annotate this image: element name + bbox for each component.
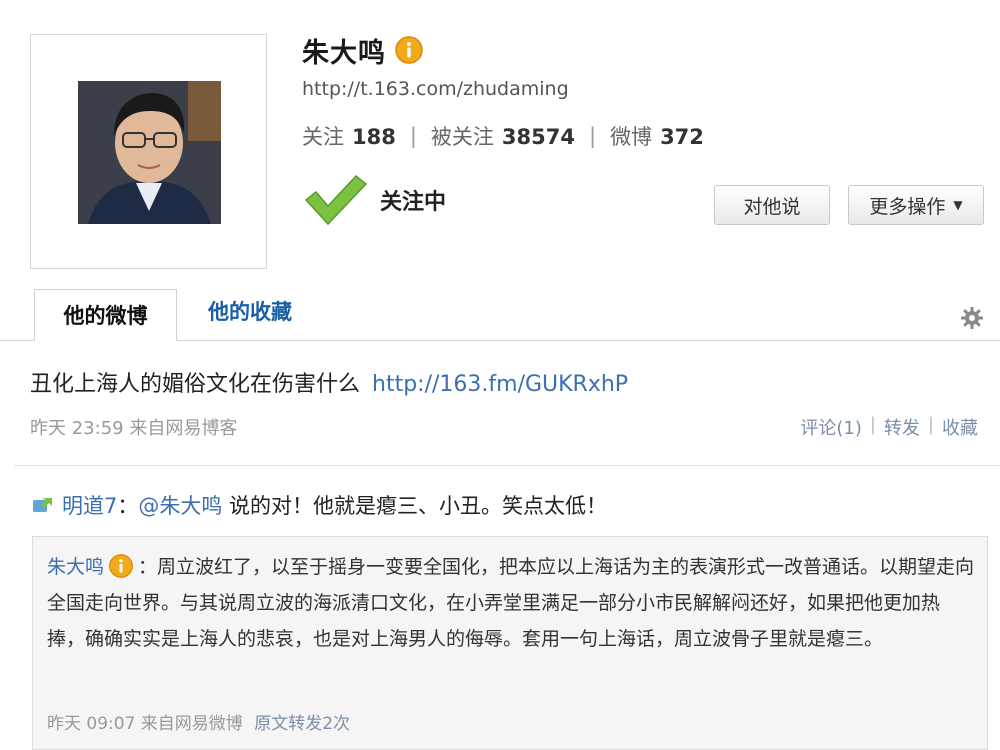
favorite-link[interactable]: 收藏 [942, 414, 978, 440]
verified-icon [394, 35, 424, 65]
message-button[interactable]: 对他说 [714, 185, 830, 225]
post-actions: 评论(1) | 转发 | 收藏 [800, 414, 978, 440]
profile-name: 朱大鸣 [302, 37, 386, 69]
repost-author[interactable]: 明道7 [62, 490, 117, 520]
post-text: 丑化上海人的媚俗文化在伤害什么 http://163.fm/GUKRxhP [30, 366, 628, 398]
post-body: 丑化上海人的媚俗文化在伤害什么 [30, 372, 361, 397]
stat-posts[interactable]: 微博 372 [610, 121, 704, 151]
follow-status: 关注中 [302, 172, 446, 228]
quoted-body: ：周立波红了，以至于摇身一变要全国化，把本应以上海话为主的表演形式一改普通话。以… [47, 556, 975, 650]
post-meta: 昨天 23:59 来自网易博客 [30, 418, 238, 439]
verified-icon [108, 553, 134, 579]
follow-status-label: 关注中 [380, 190, 447, 215]
stat-label: 关注 [302, 125, 344, 149]
checkmark-icon [304, 174, 368, 226]
tab-his-favorites[interactable]: 他的收藏 [208, 296, 292, 326]
repost-icon [33, 498, 52, 512]
quoted-post: 朱大鸣 ：周立波红了，以至于摇身一变要全国化，把本应以上海话为主的表演形式一改普通… [32, 536, 988, 750]
action-divider: | [927, 414, 934, 435]
stat-following[interactable]: 关注 188 [302, 121, 396, 151]
stat-value: 38574 [501, 125, 575, 149]
stat-divider: | [409, 124, 417, 148]
stat-label: 微博 [610, 125, 653, 149]
quoted-meta-text: 昨天 09:07 来自网易微博 [47, 714, 243, 734]
tab-label: 他的收藏 [208, 300, 292, 324]
tab-his-weibo[interactable]: 他的微博 [34, 289, 177, 341]
more-actions-button[interactable]: 更多操作 ▼ [848, 185, 984, 225]
repost-colon: ： [117, 494, 139, 518]
stat-divider: | [588, 124, 597, 148]
section-divider [14, 465, 1000, 466]
profile-name-row: 朱大鸣 [302, 30, 424, 70]
profile-url[interactable]: http://t.163.com/zhudaming [302, 78, 569, 100]
quoted-post-text: 朱大鸣 ：周立波红了，以至于摇身一变要全国化，把本应以上海话为主的表演形式一改普通… [47, 549, 977, 657]
avatar[interactable] [78, 81, 221, 224]
avatar-frame [30, 34, 267, 269]
original-forward-link[interactable]: 原文转发2次 [254, 714, 350, 734]
comment-link[interactable]: 评论(1) [800, 414, 862, 440]
tab-label: 他的微博 [63, 304, 148, 328]
quoted-author[interactable]: 朱大鸣 [47, 556, 104, 578]
stat-followers[interactable]: 被关注 38574 [431, 121, 575, 151]
stat-label: 被关注 [430, 125, 494, 149]
action-divider: | [869, 414, 876, 435]
post-link[interactable]: http://163.fm/GUKRxhP [372, 372, 628, 397]
gear-icon[interactable] [960, 306, 984, 330]
quoted-post-meta: 昨天 09:07 来自网易微博 原文转发2次 [47, 709, 350, 734]
repost-mention[interactable]: @朱大鸣 [138, 490, 222, 520]
caret-down-icon: ▼ [953, 198, 963, 212]
stat-value: 188 [352, 125, 396, 149]
repost-row: 明道7 ： @朱大鸣 说的对！他就是瘪三、小丑。笑点太低！ [32, 490, 607, 520]
forward-link[interactable]: 转发 [884, 414, 920, 440]
more-actions-label: 更多操作 [869, 195, 946, 218]
profile-stats: 关注 188 | 被关注 38574 | 微博 372 [302, 121, 704, 151]
message-button-label: 对他说 [743, 195, 801, 218]
stat-value: 372 [660, 125, 704, 149]
repost-text: 说的对！他就是瘪三、小丑。笑点太低！ [222, 494, 608, 518]
